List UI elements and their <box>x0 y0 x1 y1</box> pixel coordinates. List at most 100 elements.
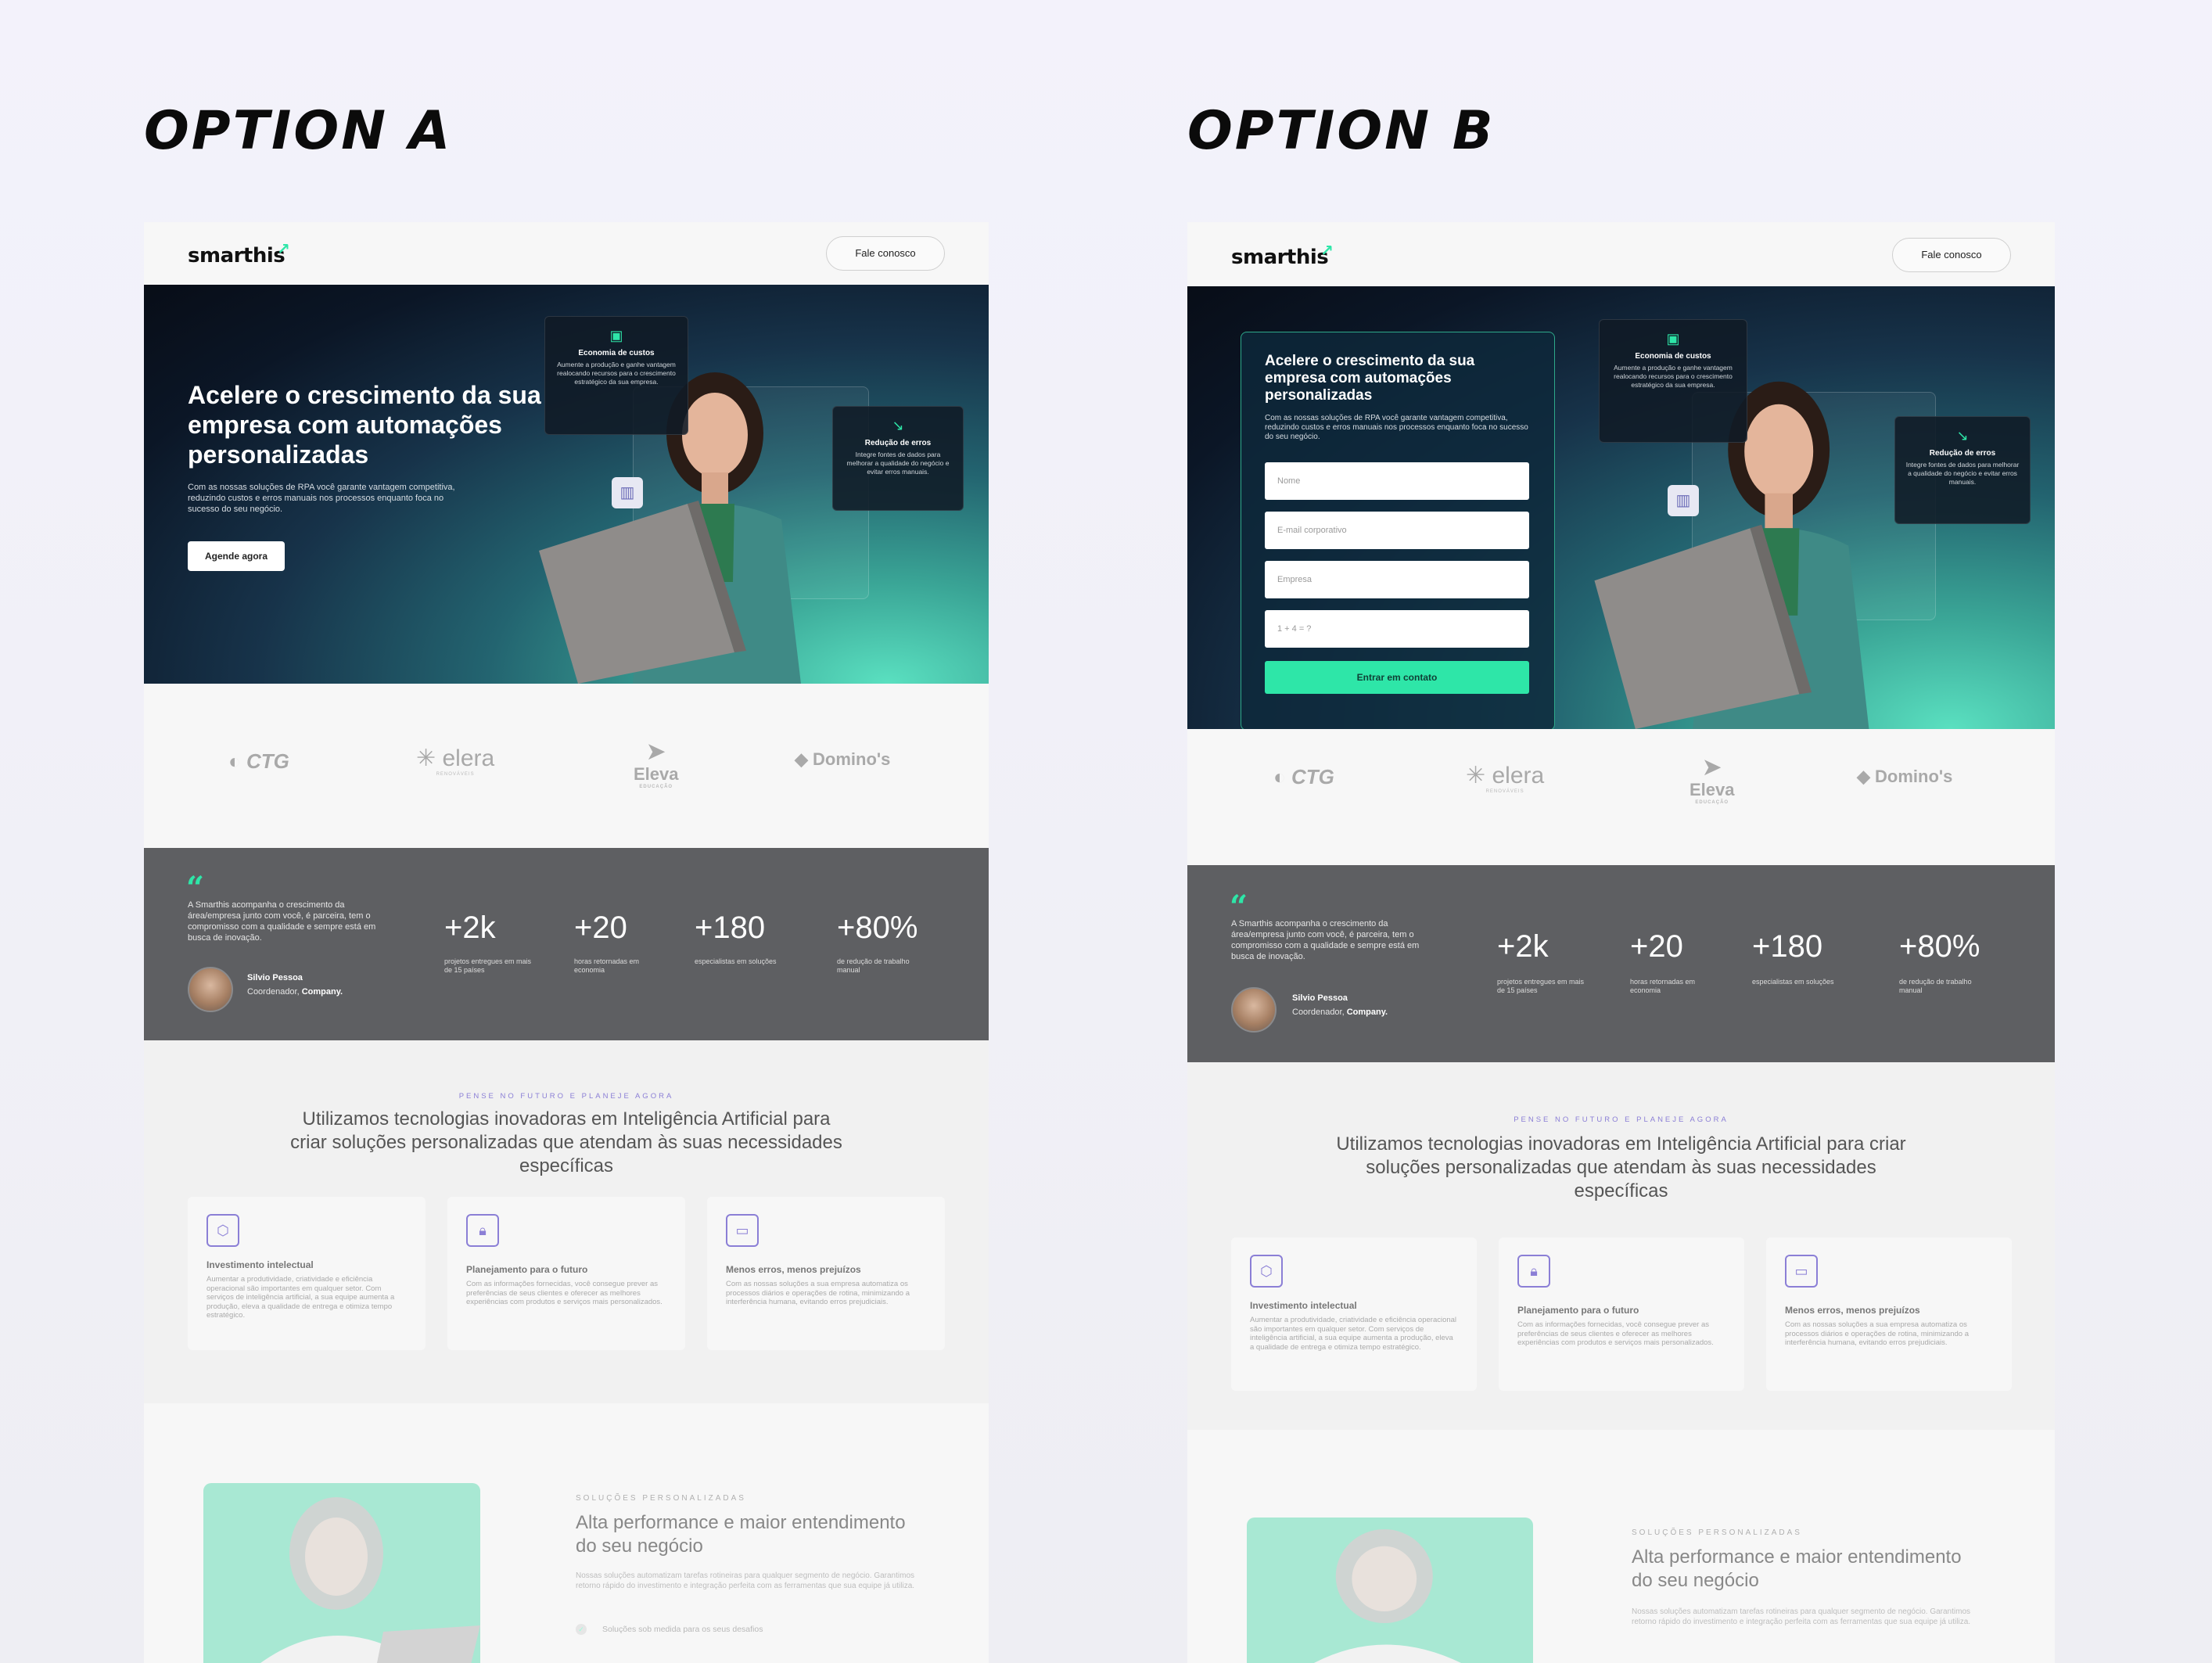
stats-band: “ A Smarthis acompanha o crescimento da … <box>144 848 989 1040</box>
testimonial-role: Coordenador, Company. <box>1292 1007 1388 1017</box>
client-logo-dominos: ◆ Domino's <box>795 749 891 769</box>
lock-icon: 🔒︎ <box>1517 1255 1550 1288</box>
stat-label: de redução de trabalho manual <box>837 957 910 974</box>
stat-label: projetos entregues em mais de 15 países <box>444 957 532 974</box>
option-b-title: OPTION B <box>1187 100 1496 162</box>
logo[interactable]: smarthis ↗ <box>188 239 290 268</box>
company-input[interactable]: Empresa <box>1265 561 1529 598</box>
hero-title: Acelere o crescimento da sua empresa com… <box>1265 353 1475 404</box>
stat-value: +80% <box>1899 929 1980 964</box>
features-section: PENSE NO FUTURO E PLANEJE AGORA Utilizam… <box>144 1040 989 1403</box>
features-section: PENSE NO FUTURO E PLANEJE AGORA Utilizam… <box>1187 1062 2055 1430</box>
hero-subtitle: Com as nossas soluções de RPA você garan… <box>188 483 455 514</box>
solutions-list-item: ✓ Soluções sob medida para os seus desafi… <box>576 1624 763 1635</box>
trend-down-icon: ↘ <box>1956 428 1969 444</box>
logo-arrow-icon: ↗ <box>1320 241 1334 260</box>
captcha-input[interactable]: 1 + 4 = ? <box>1265 610 1529 648</box>
client-logo-ctg: ◐ CTG <box>228 749 289 773</box>
stat-label: de redução de trabalho manual <box>1899 978 1972 994</box>
stat-value: +180 <box>1752 929 1823 964</box>
name-input[interactable]: Nome <box>1265 462 1529 500</box>
avatar <box>1231 987 1277 1033</box>
features-title: Utilizamos tecnologias inovadoras em Int… <box>290 1108 842 1176</box>
features-title: Utilizamos tecnologias inovadoras em Int… <box>1336 1133 1906 1201</box>
stat-value: +2k <box>444 911 496 945</box>
stat-label: especialistas em soluções <box>1752 978 1834 986</box>
logo-arrow-icon: ↗ <box>277 239 290 258</box>
woman-image <box>260 1497 480 1663</box>
hero-title: Acelere o crescimento da sua empresa com… <box>188 381 541 469</box>
stat-label: projetos entregues em mais de 15 países <box>1497 978 1585 994</box>
solutions-section: SOLUÇÕES PERSONALIZADAS Alta performance… <box>1187 1453 2055 1663</box>
option-a-title: OPTION A <box>144 100 453 162</box>
client-logo-eleva: ➤ Eleva EDUCAÇÃO <box>634 739 679 789</box>
solutions-title: Alta performance e maior entendimento do… <box>576 1512 906 1557</box>
navbar: smarthis ↗ Fale conosco <box>1187 222 2055 286</box>
testimonial-name: Silvio Pessoa <box>1292 993 1348 1003</box>
solutions-kicker: SOLUÇÕES PERSONALIZADAS <box>1632 1528 1802 1537</box>
check-icon: ✓ <box>576 1624 587 1635</box>
cost-savings-card: ▣ Economia de custos Aumente a produção … <box>1599 319 1747 443</box>
feature-card: ▭ Menos erros, menos prejuízos Com as no… <box>1766 1237 2012 1391</box>
feature-card: ▭ Menos erros, menos prejuízos Com as no… <box>707 1197 945 1350</box>
stat-value: +2k <box>1497 929 1549 964</box>
feature-card: 🔒︎ Planejamento para o futuro Com as inf… <box>1499 1237 1744 1391</box>
stat-value: +80% <box>837 911 918 945</box>
testimonial-role: Coordenador, Company. <box>247 987 343 997</box>
wallet-icon: ▣ <box>1666 331 1680 347</box>
submit-button[interactable]: Entrar em contato <box>1265 661 1529 694</box>
trend-down-icon: ↘ <box>892 418 904 433</box>
testimonial-text: A Smarthis acompanha o crescimento da ár… <box>1231 919 1420 961</box>
feature-card: 🔒︎ Planejamento para o futuro Com as inf… <box>447 1197 685 1350</box>
cube-icon: ⬡ <box>206 1214 239 1247</box>
cost-savings-card: ▣ Economia de custos Aumente a produção … <box>544 316 688 435</box>
client-logo-dominos: ◆ Domino's <box>1857 767 1953 786</box>
stat-label: especialistas em soluções <box>695 957 777 965</box>
feature-card: ⬡ Investimento intelectual Aumentar a pr… <box>1231 1237 1477 1391</box>
woman-image <box>1314 1529 1461 1663</box>
solutions-desc: Nossas soluções automatizam tarefas roti… <box>1632 1607 1971 1626</box>
client-logo-eleva: ➤ Eleva EDUCAÇÃO <box>1690 755 1735 805</box>
testimonial-text: A Smarthis acompanha o crescimento da ár… <box>188 900 376 943</box>
error-reduction-card: ↘ Redução de erros Integre fontes de dad… <box>832 406 964 511</box>
stats-band: “ A Smarthis acompanha o crescimento da … <box>1187 865 2055 1062</box>
client-logo-elera: ✳ elera RENOVÁVEIS <box>1466 763 1545 794</box>
logo[interactable]: smarthis ↗ <box>1231 241 1334 269</box>
email-input[interactable]: E-mail corporativo <box>1265 512 1529 549</box>
hero: Acelere o crescimento da sua empresa com… <box>1187 286 2055 731</box>
solutions-title: Alta performance e maior entendimento do… <box>1632 1546 1962 1591</box>
cube-icon: ⬡ <box>1250 1255 1283 1288</box>
solutions-image <box>1247 1518 1533 1663</box>
monitor-icon: ▭ <box>726 1214 759 1247</box>
solutions-kicker: SOLUÇÕES PERSONALIZADAS <box>576 1494 746 1503</box>
wallet-icon: ▣ <box>609 328 623 343</box>
hero-subtitle: Com as nossas soluções de RPA você garan… <box>1265 414 1528 441</box>
stat-value: +20 <box>574 911 627 945</box>
option-a-mockup: smarthis ↗ Fale conosco Acelere o crescim… <box>144 222 989 1663</box>
solutions-image <box>203 1483 480 1663</box>
navbar: smarthis ↗ Fale conosco <box>144 222 989 285</box>
client-logo-ctg: ◐ CTG <box>1273 765 1334 788</box>
solutions-section: SOLUÇÕES PERSONALIZADAS Alta performance… <box>144 1419 989 1663</box>
features-kicker: PENSE NO FUTURO E PLANEJE AGORA <box>1514 1115 1729 1124</box>
chart-icon: ▥ <box>612 477 643 508</box>
feature-card: ⬡ Investimento intelectual Aumentar a pr… <box>188 1197 426 1350</box>
stat-label: horas retornadas em economia <box>574 957 640 974</box>
lock-icon: 🔒︎ <box>466 1214 499 1247</box>
avatar <box>188 967 233 1012</box>
error-reduction-card: ↘ Redução de erros Integre fontes de dad… <box>1894 416 2031 524</box>
contact-button[interactable]: Fale conosco <box>1892 238 2011 272</box>
features-kicker: PENSE NO FUTURO E PLANEJE AGORA <box>458 1092 674 1101</box>
schedule-button[interactable]: Agende agora <box>188 541 285 571</box>
client-logos: ◐ CTG ✳ elera RENOVÁVEIS ➤ Eleva EDUCAÇÃO ◆… <box>144 684 989 848</box>
option-b-mockup: smarthis ↗ Fale conosco Acelere o crescim… <box>1187 222 2055 1663</box>
contact-button[interactable]: Fale conosco <box>826 236 945 271</box>
client-logos: ◐ CTG ✳ elera RENOVÁVEIS ➤ Eleva EDUCAÇÃO ◆… <box>1187 729 2055 865</box>
chart-icon: ▥ <box>1668 485 1699 516</box>
stat-value: +180 <box>695 911 766 945</box>
client-logo-elera: ✳ elera RENOVÁVEIS <box>416 745 495 777</box>
testimonial-name: Silvio Pessoa <box>247 973 303 982</box>
hero: Acelere o crescimento da sua empresa com… <box>144 285 989 684</box>
contact-form: Acelere o crescimento da sua empresa com… <box>1241 332 1555 731</box>
monitor-icon: ▭ <box>1785 1255 1818 1288</box>
